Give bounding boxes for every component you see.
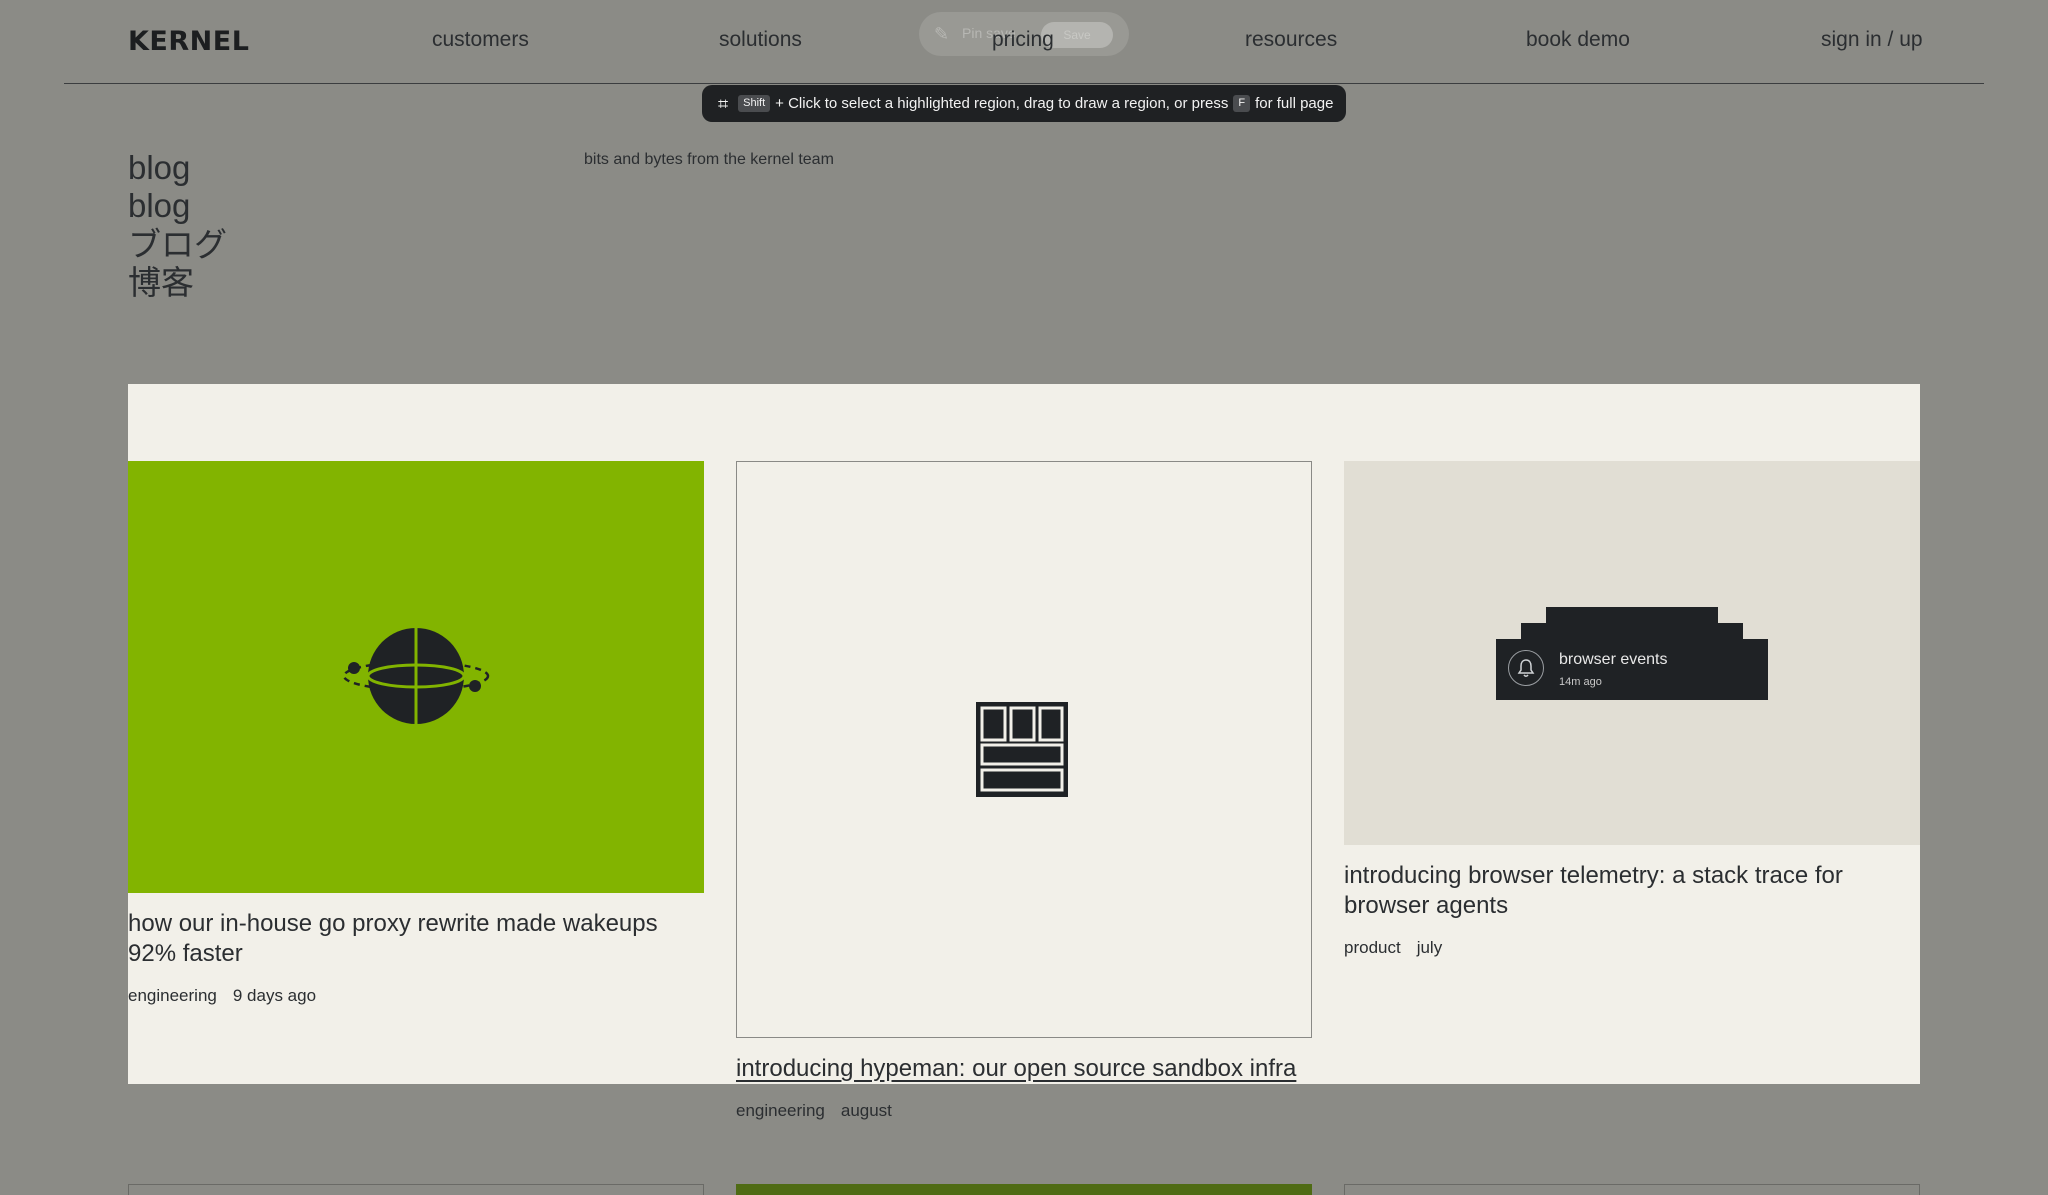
page-title-en: blog — [128, 149, 191, 186]
sign-in-link[interactable]: sign in / up — [1821, 28, 1923, 52]
post-3-date: july — [1416, 938, 1443, 957]
header-divider — [64, 83, 1984, 84]
nav-resources[interactable]: resources — [1245, 28, 1337, 52]
post-2-category[interactable]: engineering — [736, 1101, 825, 1120]
post-2-image[interactable] — [736, 461, 1312, 1038]
event-time: 14m ago — [1559, 676, 1602, 688]
post-3-category[interactable]: product — [1344, 938, 1401, 957]
post-3-title[interactable]: introducing browser telemetry: a stack t… — [1344, 861, 1920, 921]
nav-pricing[interactable]: pricing — [992, 28, 1054, 52]
page-title-en-2: blog — [128, 187, 191, 224]
bell-icon — [1508, 650, 1544, 686]
screenshot-tooltip: ⌗ Shift + Click to select a highlighted … — [702, 85, 1346, 122]
globe-orbit-icon — [342, 628, 490, 724]
tagline: bits and bytes from the kernel team — [584, 151, 834, 168]
nav-customers[interactable]: customers — [432, 28, 529, 52]
crop-icon: ⌗ — [718, 93, 729, 114]
post-1-category[interactable]: engineering — [128, 986, 217, 1005]
next-post-1-image[interactable] — [128, 1184, 704, 1195]
nav-book-demo[interactable]: book demo — [1526, 28, 1630, 52]
page-title-ja: ブログ — [128, 226, 227, 263]
nav-solutions[interactable]: solutions — [719, 28, 802, 52]
post-1-date: 9 days ago — [232, 986, 317, 1005]
event-title: browser events — [1559, 651, 1668, 668]
shift-key: Shift — [738, 95, 771, 112]
post-1-meta: engineering 9 days ago — [128, 986, 316, 1006]
pin-icon: ✎ — [934, 24, 950, 44]
post-1-title[interactable]: how our in-house go proxy rewrite made w… — [128, 909, 704, 969]
post-1-image[interactable] — [128, 461, 704, 893]
tooltip-text-2: for full page — [1255, 95, 1334, 112]
grid-window-icon — [976, 702, 1068, 797]
next-post-3-image[interactable] — [1344, 1184, 1920, 1195]
kernel-logo[interactable]: KERNEL — [128, 26, 249, 57]
tooltip-text-1: + Click to select a highlighted region, … — [775, 95, 1229, 112]
post-3-meta: product july — [1344, 938, 1442, 958]
post-2-date: august — [840, 1101, 892, 1120]
post-2-meta: engineering august — [736, 1101, 892, 1121]
f-key: F — [1233, 95, 1251, 112]
next-post-2-image[interactable] — [736, 1184, 1312, 1195]
page-title-zh: 博客 — [128, 264, 194, 301]
post-2-title[interactable]: introducing hypeman: our open source san… — [736, 1054, 1312, 1084]
